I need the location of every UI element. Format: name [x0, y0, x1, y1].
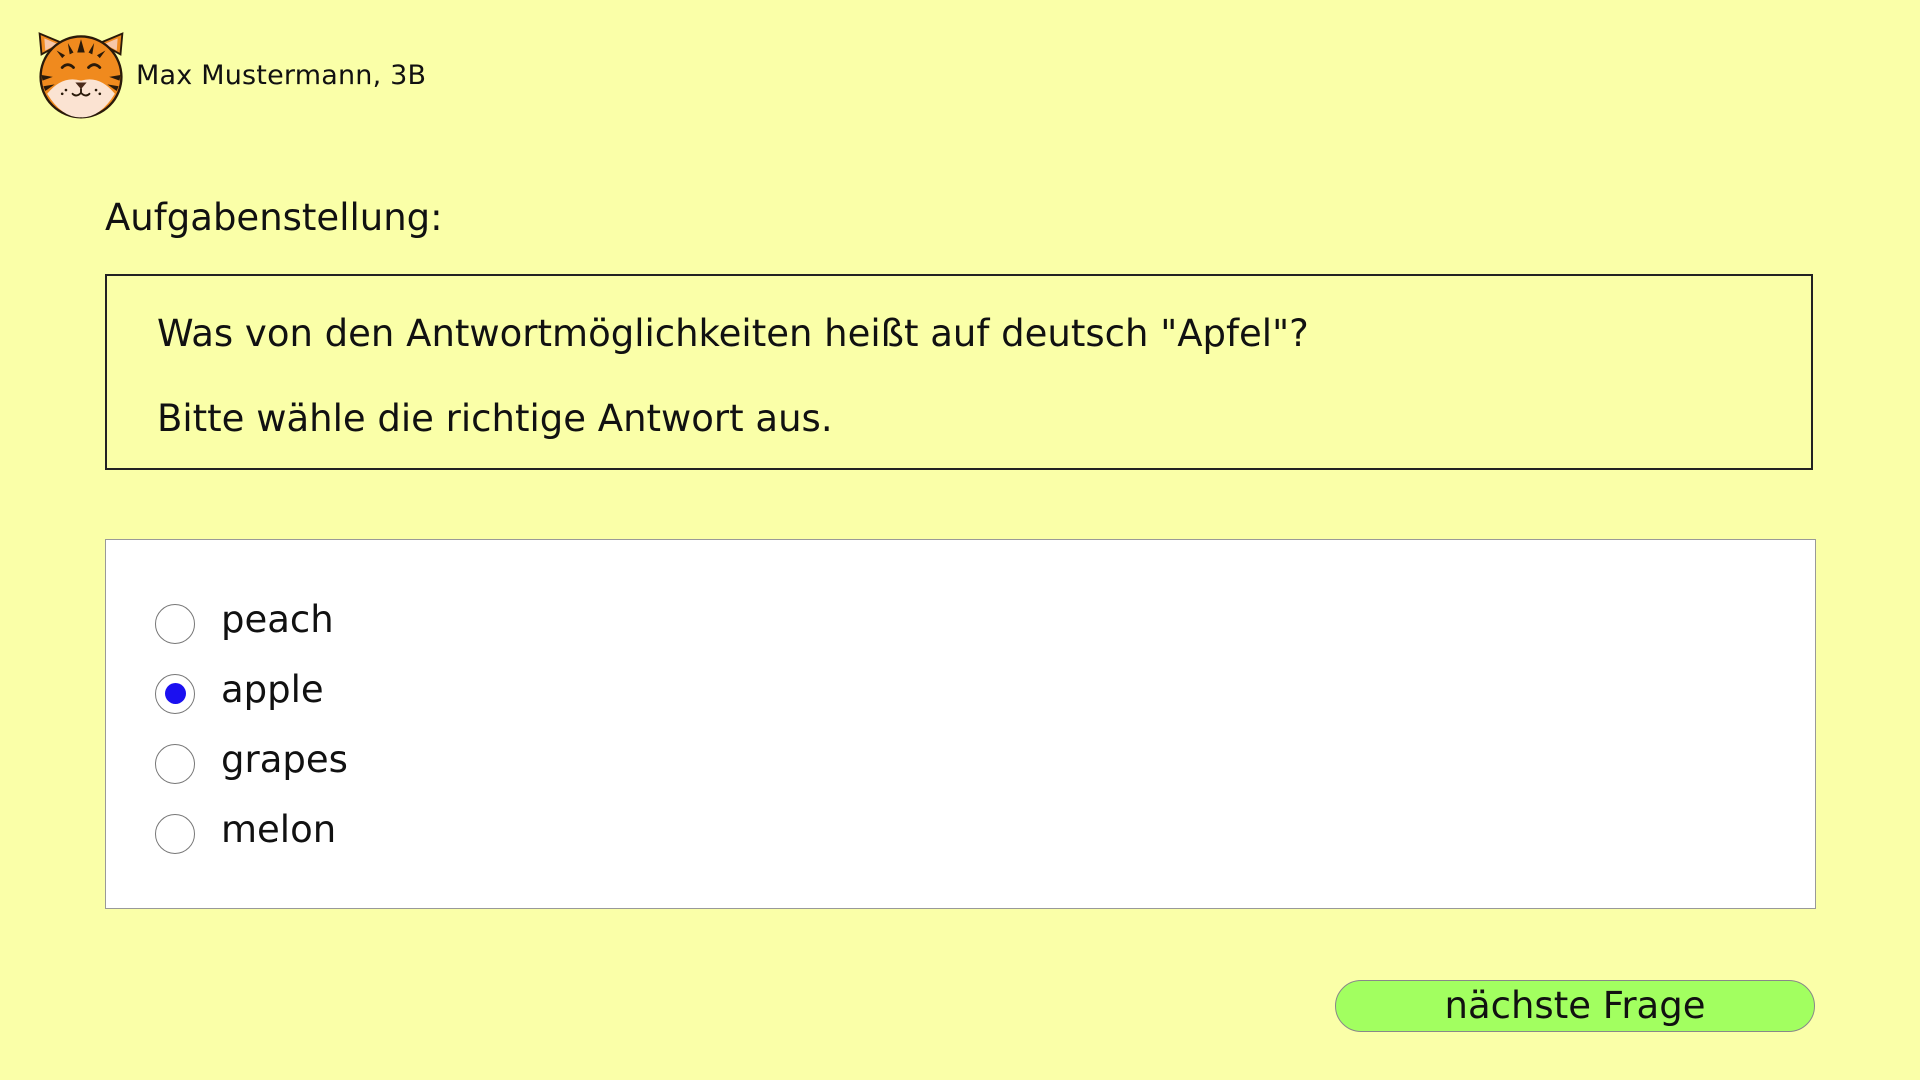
- answer-options-panel: peach apple grapes melon: [105, 539, 1816, 909]
- radio-button[interactable]: [155, 743, 195, 784]
- user-header: Max Mustermann, 3B: [34, 28, 426, 122]
- radio-selected-dot: [164, 683, 186, 704]
- answer-option-peach[interactable]: peach: [155, 598, 334, 645]
- tiger-avatar-icon: [38, 32, 124, 119]
- next-question-button[interactable]: nächste Frage: [1335, 980, 1815, 1032]
- answer-option-label: grapes: [221, 738, 348, 781]
- answer-option-grapes[interactable]: grapes: [155, 738, 348, 785]
- answer-option-label: peach: [221, 598, 334, 641]
- radio-button[interactable]: [155, 813, 195, 854]
- answer-option-apple[interactable]: apple: [155, 668, 324, 715]
- user-name-label: Max Mustermann, 3B: [136, 59, 427, 91]
- task-heading: Aufgabenstellung:: [105, 196, 443, 239]
- radio-button[interactable]: [155, 603, 195, 644]
- answer-option-label: melon: [221, 808, 337, 851]
- radio-button-selected[interactable]: [155, 673, 195, 714]
- question-text: Was von den Antwortmöglichkeiten heißt a…: [157, 312, 1309, 355]
- question-box: Was von den Antwortmöglichkeiten heißt a…: [105, 274, 1813, 470]
- answer-option-label: apple: [221, 668, 324, 711]
- answer-option-melon[interactable]: melon: [155, 808, 336, 855]
- instruction-text: Bitte wähle die richtige Antwort aus.: [157, 397, 833, 440]
